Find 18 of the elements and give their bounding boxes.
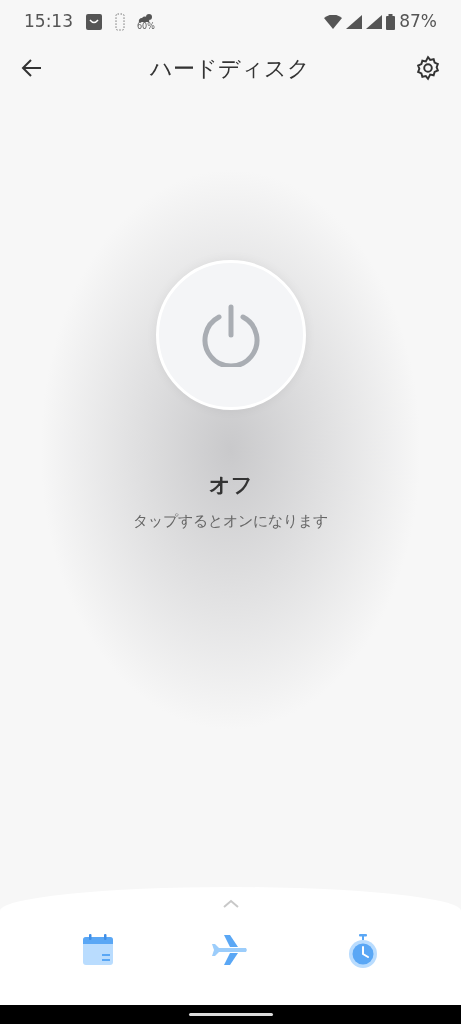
settings-icon[interactable] [415,55,441,81]
signal-icon [366,15,383,29]
signal-icon [346,15,363,29]
phone-outline-icon [115,13,125,31]
weather-icon [137,13,154,23]
power-state-label: オフ [208,472,253,499]
power-hint: タップするとオンになります [133,510,328,532]
stopwatch-icon[interactable] [346,934,379,968]
bag-icon [85,13,103,31]
battery-percent: 87% [399,10,437,34]
expand-chevron-icon[interactable] [222,899,239,908]
wifi-icon [324,15,343,29]
home-indicator[interactable] [188,1013,273,1016]
calendar-icon[interactable] [82,934,115,966]
weather-reading: 60% [137,23,155,31]
status-time: 15:13 [24,10,73,34]
battery-icon [386,14,396,30]
page-title: ハードディスク [149,54,310,83]
